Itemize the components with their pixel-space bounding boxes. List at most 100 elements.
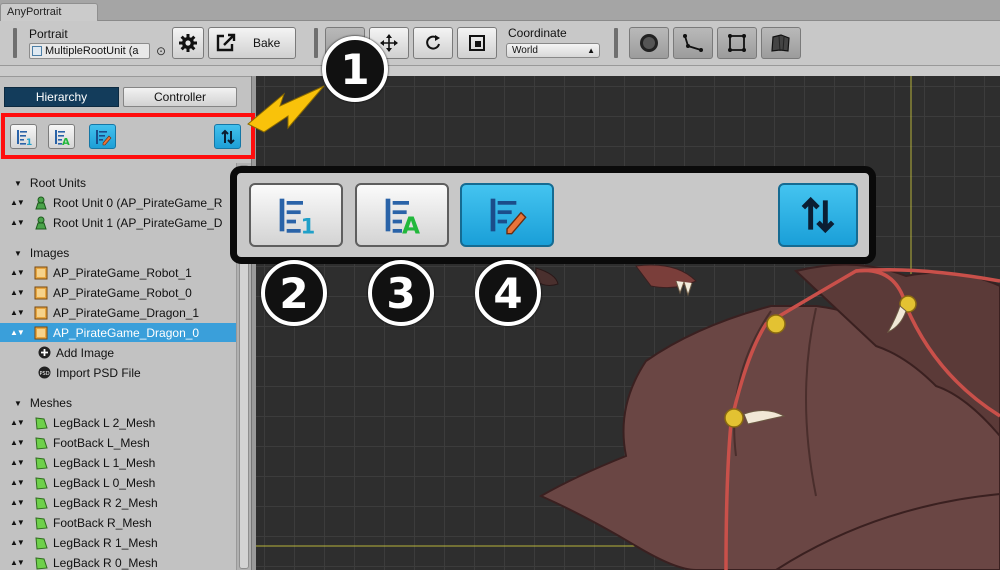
svg-text:1: 1 — [301, 215, 316, 236]
callout-arrow-icon — [247, 85, 325, 133]
root-unit-label: Root Unit 0 (AP_PirateGame_R — [53, 195, 223, 210]
mesh-icon — [34, 556, 48, 570]
mesh-row[interactable]: ▲▼ LegBack L 0_Mesh — [0, 473, 236, 492]
reorder-arrows-icon[interactable]: ▲▼ — [0, 498, 34, 507]
mesh-label: LegBack R 1_Mesh — [53, 535, 158, 550]
bake-button[interactable]: Bake — [208, 27, 296, 59]
section-label: Images — [29, 246, 70, 260]
section-images[interactable]: ▼ Images — [14, 244, 69, 262]
root-unit-row[interactable]: ▲▼ Root Unit 0 (AP_PirateGame_R — [0, 193, 236, 212]
window-tab[interactable]: AnyPortrait — [0, 3, 98, 21]
settings-button[interactable] — [172, 27, 204, 59]
reorder-arrows-icon[interactable]: ▲▼ — [0, 458, 34, 467]
coordinate-dropdown[interactable]: World ▲ — [506, 43, 600, 58]
sort-toggle-icon — [801, 196, 835, 234]
root-unit-label: Root Unit 1 (AP_PirateGame_D — [53, 215, 223, 230]
image-icon — [34, 266, 48, 280]
image-label: AP_PirateGame_Dragon_1 — [53, 305, 200, 320]
zoom-sort-mode-toggle-button — [778, 183, 858, 247]
section-meshes[interactable]: ▼ Meshes — [14, 394, 72, 412]
section-root-units[interactable]: ▼ Root Units — [14, 174, 86, 192]
import-psd-row[interactable]: PSD Import PSD File — [0, 363, 236, 382]
section-label: Meshes — [29, 396, 72, 410]
mesh-row[interactable]: ▲▼ FootBack R_Mesh — [0, 513, 236, 532]
mesh-edit-icon — [728, 34, 746, 52]
reorder-arrows-icon[interactable]: ▲▼ — [0, 538, 34, 547]
image-label: AP_PirateGame_Dragon_0 — [53, 325, 200, 340]
zoom-sort-by-custom-button — [460, 183, 554, 247]
reorder-arrows-icon[interactable]: ▲▼ — [0, 218, 34, 227]
mesh-row[interactable]: ▲▼ LegBack R 2_Mesh — [0, 493, 236, 512]
tab-hierarchy[interactable]: Hierarchy — [4, 87, 119, 107]
scale-tool-button[interactable] — [457, 27, 497, 59]
gear-icon — [179, 34, 197, 52]
mesh-icon — [34, 456, 48, 470]
mesh-row[interactable]: ▲▼ LegBack L 2_Mesh — [0, 413, 236, 432]
image-row[interactable]: ▲▼ AP_PirateGame_Dragon_1 — [0, 303, 236, 322]
dragon-artwork — [256, 76, 1000, 570]
coordinate-label: Coordinate — [508, 26, 567, 40]
image-row[interactable]: ▲▼ AP_PirateGame_Robot_0 — [0, 283, 236, 302]
root-unit-icon — [34, 196, 48, 210]
toolbar-grip — [614, 28, 618, 58]
psd-icon: PSD — [37, 366, 51, 380]
portrait-label: Portrait — [29, 27, 68, 41]
reorder-arrows-icon[interactable]: ▲▼ — [0, 328, 34, 337]
image-icon — [34, 306, 48, 320]
sort-by-custom-icon — [490, 198, 527, 235]
object-picker-icon[interactable]: ⊙ — [156, 44, 166, 58]
reorder-arrows-icon[interactable]: ▲▼ — [0, 268, 34, 277]
mesh-row[interactable]: ▲▼ LegBack L 1_Mesh — [0, 453, 236, 472]
reorder-arrows-icon[interactable]: ▲▼ — [0, 438, 34, 447]
root-unit-row[interactable]: ▲▼ Root Unit 1 (AP_PirateGame_D — [0, 213, 236, 232]
root-unit-icon — [34, 216, 48, 230]
hierarchy-panel: Hierarchy Controller 1 A ▼ Root Units ▲▼… — [0, 76, 255, 570]
reorder-arrows-icon[interactable]: ▲▼ — [0, 478, 34, 487]
mesh-icon — [34, 516, 48, 530]
image-row[interactable]: ▲▼ AP_PirateGame_Robot_1 — [0, 263, 236, 282]
reorder-arrows-icon[interactable]: ▲▼ — [0, 288, 34, 297]
main-toolbar: Portrait MultipleRootUnit (a ⊙ Bake Coor… — [0, 21, 1000, 66]
bake-label: Bake — [253, 36, 281, 50]
reorder-arrows-icon[interactable]: ▲▼ — [0, 308, 34, 317]
mesh-label: LegBack R 0_Mesh — [53, 555, 158, 570]
onion-skin-button[interactable] — [629, 27, 669, 59]
mesh-icon — [34, 476, 48, 490]
reorder-arrows-icon[interactable]: ▲▼ — [0, 198, 34, 207]
portrait-object-field[interactable]: MultipleRootUnit (a — [29, 43, 150, 59]
mesh-label: LegBack R 2_Mesh — [53, 495, 158, 510]
bone-button[interactable] — [673, 27, 713, 59]
mesh-label: LegBack L 2_Mesh — [53, 415, 156, 430]
reorder-arrows-icon[interactable]: ▲▼ — [0, 418, 34, 427]
mesh-edit-button[interactable] — [717, 27, 757, 59]
image-label: AP_PirateGame_Robot_0 — [53, 285, 192, 300]
mesh-row[interactable]: ▲▼ LegBack R 1_Mesh — [0, 533, 236, 552]
toolbar-grip — [13, 28, 17, 58]
reorder-arrows-icon[interactable]: ▲▼ — [0, 518, 34, 527]
mesh-row[interactable]: ▲▼ FootBack L_Mesh — [0, 433, 236, 452]
reorder-arrows-icon[interactable]: ▲▼ — [0, 558, 34, 567]
image-label: AP_PirateGame_Robot_1 — [53, 265, 192, 280]
callout-badge-4: 4 — [475, 260, 541, 326]
dropdown-arrow-icon: ▲ — [587, 46, 595, 55]
mesh-pin-button[interactable] — [761, 27, 801, 59]
rotate-tool-button[interactable] — [413, 27, 453, 59]
scene-viewport[interactable] — [256, 76, 1000, 570]
collapse-triangle-icon: ▼ — [14, 398, 22, 408]
mesh-label: FootBack R_Mesh — [53, 515, 152, 530]
image-row-selected[interactable]: ▲▼ AP_PirateGame_Dragon_0 — [0, 323, 236, 342]
rotate-tool-icon — [426, 35, 440, 50]
add-image-label: Add Image — [56, 345, 115, 360]
svg-text:PSD: PSD — [39, 371, 49, 377]
mesh-icon — [34, 536, 48, 550]
image-icon — [34, 326, 48, 340]
tab-controller[interactable]: Controller — [123, 87, 237, 107]
mesh-pin-icon — [771, 34, 790, 52]
portrait-value: MultipleRootUnit (a — [45, 45, 139, 57]
mesh-icon — [34, 496, 48, 510]
mesh-row[interactable]: ▲▼ LegBack R 0_Mesh — [0, 553, 236, 570]
toolbar-grip — [314, 28, 318, 58]
add-image-row[interactable]: Add Image — [0, 343, 236, 362]
svg-text:A: A — [402, 212, 420, 236]
onion-skin-icon — [640, 34, 658, 52]
